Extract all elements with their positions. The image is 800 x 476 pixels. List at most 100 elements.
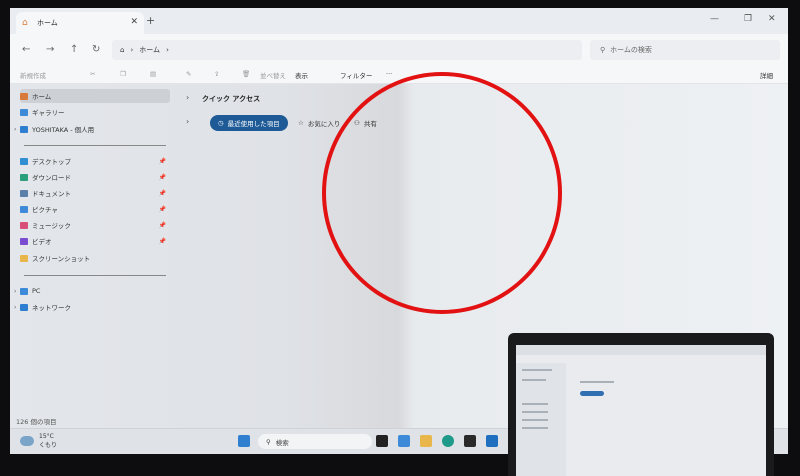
- sidebar-item-screenshots[interactable]: スクリーンショット: [20, 251, 170, 265]
- download-icon: [20, 173, 28, 181]
- sidebar-item-label: デスクトップ: [32, 158, 71, 166]
- laptop-sidebar-line: [522, 379, 546, 381]
- sidebar-item-label: ギャラリー: [32, 109, 65, 117]
- address-bar-row: ← → ↑ ↻ ⌂ › ホーム › ⚲ ホームの検索: [10, 34, 788, 66]
- laptop-sidebar-line: [522, 411, 548, 413]
- outlook-icon[interactable]: [486, 435, 498, 447]
- share-icon[interactable]: ⇪: [214, 70, 219, 78]
- folder-icon: [20, 125, 28, 133]
- cut-icon[interactable]: ✂: [90, 70, 95, 78]
- status-bar-count: 126 個の項目: [16, 418, 57, 426]
- sidebar-item-videos[interactable]: ビデオ 📌: [20, 234, 170, 248]
- delete-icon[interactable]: 🗑: [242, 70, 250, 78]
- music-icon: [20, 221, 28, 229]
- tab-label: ホーム: [37, 19, 58, 27]
- sidebar-item-gallery[interactable]: ギャラリー: [20, 105, 170, 119]
- clock-icon: ◷: [218, 119, 224, 127]
- laptop-screen: [516, 345, 766, 476]
- tab-home[interactable]: ⌂ ホーム ✕: [16, 12, 144, 34]
- sort-button[interactable]: 並べ替え: [260, 70, 286, 80]
- taskbar-search[interactable]: ⚲ 検索: [258, 434, 372, 449]
- home-icon: ⌂: [22, 17, 28, 28]
- video-icon: [20, 237, 28, 245]
- network-icon: [20, 303, 28, 311]
- temperature: 15°C: [39, 433, 54, 440]
- sidebar-item-onedrive[interactable]: › YOSHITAKA - 個人用: [14, 122, 170, 136]
- navigation-pane: ホーム ギャラリー › YOSHITAKA - 個人用 デスクトップ 📌 ダウン…: [10, 85, 170, 430]
- sidebar-item-label: ミュージック: [32, 222, 71, 230]
- copy-icon[interactable]: ❐: [120, 70, 126, 78]
- pin-icon[interactable]: 📌: [159, 158, 166, 165]
- search-icon: ⚲: [266, 437, 271, 446]
- breadcrumb-home[interactable]: ホーム: [139, 45, 160, 55]
- refresh-icon[interactable]: ↻: [92, 44, 100, 55]
- laptop-title-bar: [516, 345, 766, 355]
- address-bar[interactable]: ⌂ › ホーム ›: [112, 40, 582, 60]
- back-arrow-icon[interactable]: ←: [22, 44, 30, 55]
- paste-icon[interactable]: ▤: [150, 70, 156, 78]
- annotation-circle: [322, 72, 562, 314]
- sidebar-item-music[interactable]: ミュージック 📌: [20, 218, 170, 232]
- laptop-sidebar-line: [522, 419, 548, 421]
- widgets-icon[interactable]: [398, 435, 410, 447]
- forward-arrow-icon[interactable]: →: [46, 44, 54, 55]
- edge-icon[interactable]: [442, 435, 454, 447]
- store-icon[interactable]: [464, 435, 476, 447]
- laptop: [508, 333, 774, 476]
- sidebar-item-label: ビデオ: [32, 238, 52, 246]
- laptop-sidebar-line: [522, 403, 548, 405]
- tab-recent[interactable]: ◷ 最近使用した項目: [210, 115, 288, 131]
- search-icon: ⚲: [600, 46, 606, 54]
- details-button[interactable]: 詳細: [760, 70, 773, 80]
- title-bar: ⌂ ホーム ✕ + — ❐ ✕: [10, 8, 788, 34]
- sidebar-item-network[interactable]: › ネットワーク: [14, 300, 170, 314]
- minimize-button[interactable]: —: [710, 14, 719, 24]
- pin-icon[interactable]: 📌: [159, 190, 166, 197]
- quick-access-title: クイック アクセス: [202, 95, 261, 103]
- tab-label: 最近使用した項目: [227, 120, 280, 128]
- chevron-right-icon[interactable]: ›: [14, 288, 16, 295]
- pin-icon[interactable]: 📌: [159, 222, 166, 229]
- expand-icon[interactable]: ›: [186, 117, 189, 126]
- sidebar-item-label: PC: [32, 287, 41, 295]
- task-view-icon[interactable]: [376, 435, 388, 447]
- sidebar-item-downloads[interactable]: ダウンロード 📌: [20, 170, 170, 184]
- desktop-icon: [20, 157, 28, 165]
- search-input[interactable]: ⚲ ホームの検索: [590, 40, 780, 60]
- chevron-right-icon[interactable]: ›: [14, 126, 16, 133]
- close-window-button[interactable]: ✕: [768, 14, 776, 24]
- breadcrumb-chevron-icon: ›: [130, 46, 134, 54]
- sidebar-item-label: ドキュメント: [32, 190, 71, 198]
- divider: [24, 275, 166, 276]
- maximize-button[interactable]: ❐: [744, 14, 752, 24]
- tab-close-icon[interactable]: ✕: [130, 17, 138, 27]
- sidebar-item-pictures[interactable]: ピクチャ 📌: [20, 202, 170, 216]
- file-explorer-icon[interactable]: [420, 435, 432, 447]
- filter-button[interactable]: フィルター: [340, 70, 372, 80]
- home-icon: ⌂: [120, 46, 125, 54]
- new-tab-button[interactable]: +: [146, 14, 155, 27]
- sidebar-item-label: ネットワーク: [32, 304, 71, 312]
- star-icon: ☆: [298, 119, 304, 127]
- weather-widget[interactable]: 15°C くもり: [20, 433, 57, 449]
- sidebar-item-label: ホーム: [32, 93, 52, 101]
- home-icon: [20, 92, 28, 100]
- gallery-icon: [20, 108, 28, 116]
- view-button[interactable]: 表示: [295, 70, 308, 80]
- sidebar-item-desktop[interactable]: デスクトップ 📌: [20, 154, 170, 168]
- chevron-right-icon[interactable]: ›: [186, 93, 189, 102]
- start-icon[interactable]: [238, 435, 250, 447]
- sidebar-item-documents[interactable]: ドキュメント 📌: [20, 186, 170, 200]
- monitor-frame: ⌂ ホーム ✕ + — ❐ ✕ ← → ↑ ↻ ⌂ › ホーム › ⚲ ホームの…: [0, 0, 800, 476]
- chevron-right-icon[interactable]: ›: [14, 304, 16, 311]
- new-button[interactable]: 新規作成: [20, 70, 46, 80]
- more-options-button[interactable]: ···: [386, 70, 392, 78]
- sidebar-item-home[interactable]: ホーム: [20, 89, 170, 103]
- pin-icon[interactable]: 📌: [159, 238, 166, 245]
- pin-icon[interactable]: 📌: [159, 174, 166, 181]
- pin-icon[interactable]: 📌: [159, 206, 166, 213]
- laptop-sidebar-line: [522, 427, 548, 429]
- rename-icon[interactable]: ✎: [186, 70, 191, 78]
- sidebar-item-pc[interactable]: › PC: [14, 284, 170, 298]
- up-arrow-icon[interactable]: ↑: [70, 44, 78, 55]
